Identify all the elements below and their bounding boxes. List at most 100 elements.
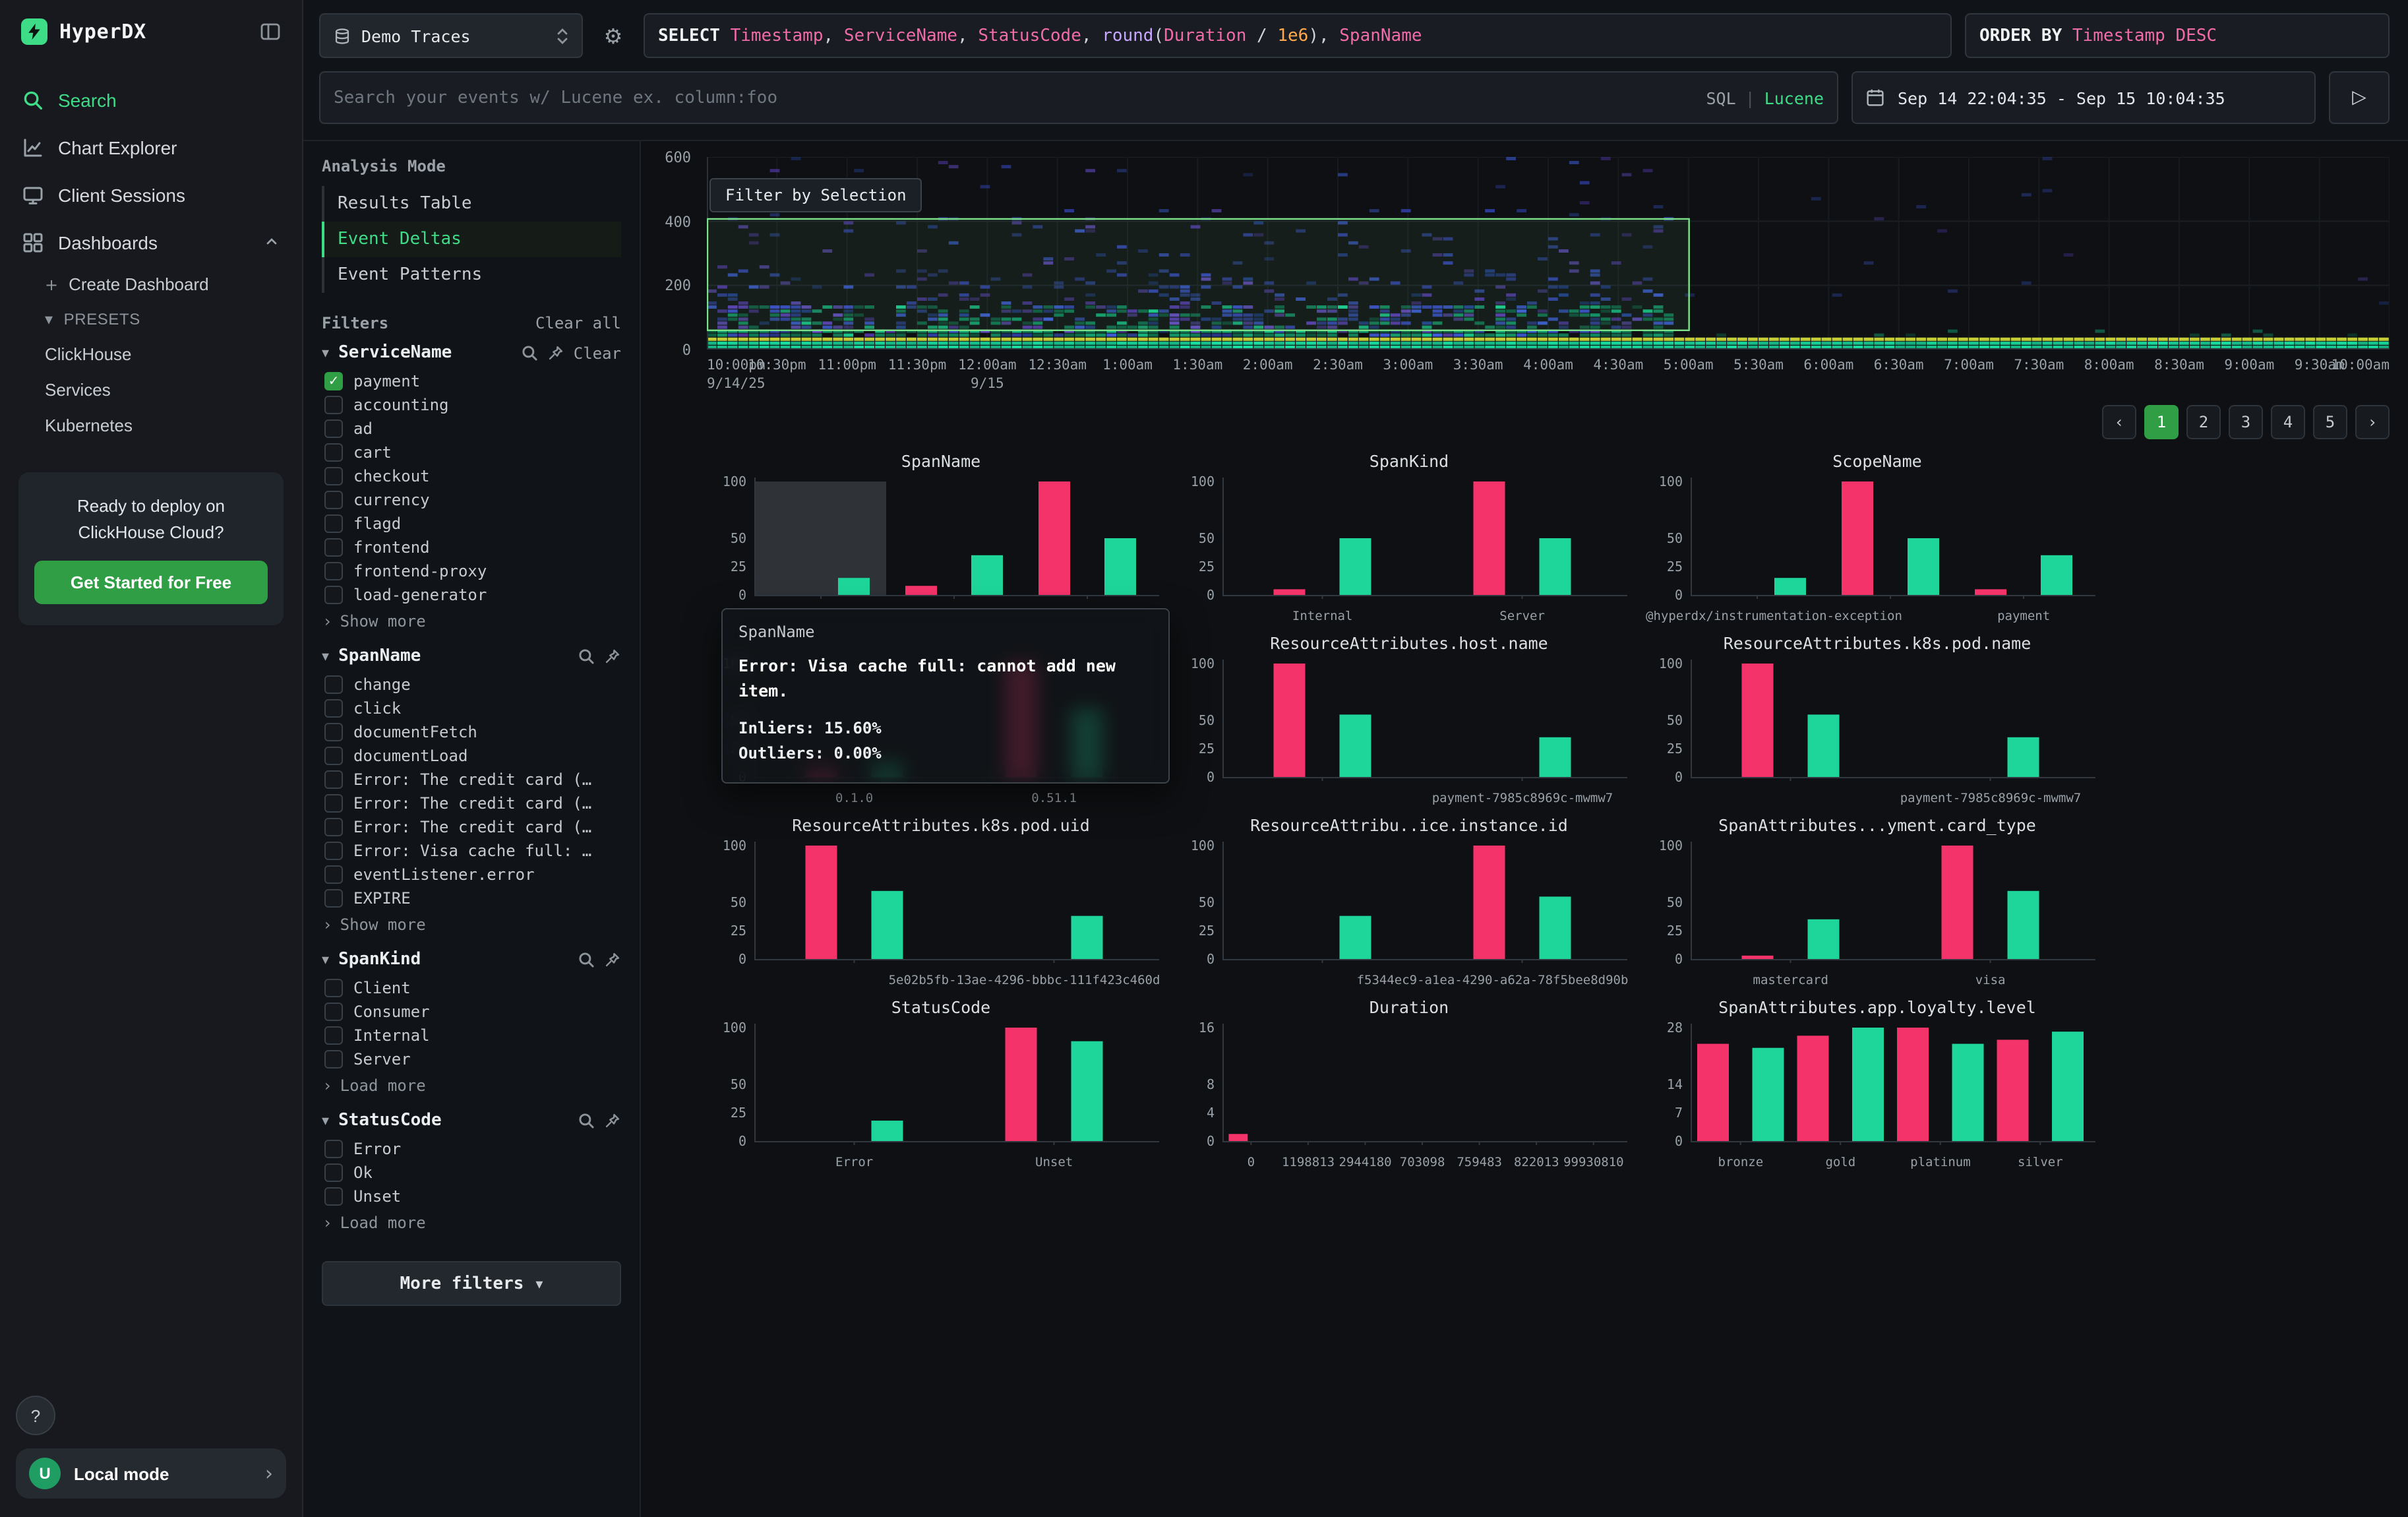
outliers-bar[interactable] [1975,589,2006,595]
sidebar-item-create-dashboard[interactable]: + Create Dashboard [0,266,302,302]
sidebar-item-dashboards[interactable]: Dashboards [0,219,302,266]
filter-by-selection-button[interactable]: Filter by Selection [709,178,922,212]
filter-show-more-button[interactable]: ›Show more [322,910,621,934]
pin-icon[interactable] [547,344,564,361]
sidebar-item-chart-explorer[interactable]: Chart Explorer [0,124,302,171]
query-editor[interactable]: SELECT Timestamp, ServiceName, StatusCod… [644,13,1952,58]
inliers-bar[interactable] [1808,919,1840,959]
inliers-bar[interactable] [1071,916,1103,959]
pin-icon[interactable] [604,1112,621,1129]
inliers-bar[interactable] [1104,538,1136,595]
source-select[interactable]: Demo Traces [319,13,583,58]
outliers-bar[interactable] [1474,846,1505,959]
outliers-bar[interactable] [1697,1044,1729,1141]
heatmap-selection[interactable] [707,219,1689,330]
inliers-bar[interactable] [2052,1032,2084,1141]
help-button[interactable]: ? [16,1396,55,1435]
filter-option-cart[interactable]: cart [322,441,621,464]
filter-option-error[interactable]: Error [322,1137,621,1161]
filter-option-internal[interactable]: Internal [322,1024,621,1047]
checkbox-unchecked[interactable] [324,770,343,789]
inliers-bar[interactable] [2008,891,2039,959]
inliers-bar[interactable] [1540,737,1571,777]
filter-option-checkout[interactable]: checkout [322,464,621,488]
analysis-mode-results-table[interactable]: Results Table [322,186,621,222]
search-icon[interactable] [521,344,538,361]
pin-icon[interactable] [604,951,621,968]
checkbox-unchecked[interactable] [324,675,343,694]
inliers-bar[interactable] [2041,555,2072,595]
outliers-bar[interactable] [1897,1028,1929,1141]
heatmap-canvas[interactable] [707,157,2390,350]
inliers-bar[interactable] [971,555,1003,595]
inliers-bar[interactable] [1340,714,1371,777]
lucene-toggle[interactable]: Lucene [1764,88,1824,108]
checkbox-unchecked[interactable] [324,396,343,414]
clear-all-button[interactable]: Clear all [535,314,621,332]
filter-option-error-the-credit-card-[interactable]: Error: The credit card (… [322,815,621,839]
search-icon[interactable] [578,1112,595,1129]
inliers-bar[interactable] [1340,538,1371,595]
filter-option-payment[interactable]: ✓payment [322,369,621,393]
filter-option-unset[interactable]: Unset [322,1185,621,1208]
pagination-prev[interactable]: ‹ [2102,405,2136,439]
inliers-bar[interactable] [1952,1044,1984,1141]
filter-option-client[interactable]: Client [322,976,621,1000]
filter-load-more-button[interactable]: ›Load more [322,1071,621,1095]
filter-option-server[interactable]: Server [322,1047,621,1071]
inliers-bar[interactable] [1071,1041,1103,1141]
analysis-mode-event-patterns[interactable]: Event Patterns [322,257,621,293]
filter-option-change[interactable]: change [322,673,621,697]
filter-load-more-button[interactable]: ›Load more [322,1208,621,1232]
inliers-bar[interactable] [1753,1048,1784,1141]
checkbox-unchecked[interactable] [324,1163,343,1182]
filter-show-more-button[interactable]: ›Show more [322,607,621,631]
filter-option-currency[interactable]: currency [322,488,621,512]
checkbox-unchecked[interactable] [324,586,343,604]
analysis-mode-event-deltas[interactable]: Event Deltas [322,222,621,257]
checkbox-unchecked[interactable] [324,443,343,462]
pagination-page-1[interactable]: 1 [2144,405,2179,439]
chevron-down-icon[interactable]: ▾ [322,1112,329,1129]
date-range-picker[interactable]: Sep 14 22:04:35 - Sep 15 10:04:35 [1851,71,2316,124]
search-input[interactable] [334,88,1693,108]
pagination-page-4[interactable]: 4 [2271,405,2305,439]
filter-clear-button[interactable]: Clear [574,344,621,362]
outliers-bar[interactable] [1274,664,1306,777]
filter-option-error-the-credit-card-[interactable]: Error: The credit card (… [322,768,621,791]
filter-option-eventlistener-error[interactable]: eventListener.error [322,863,621,886]
checkbox-unchecked[interactable] [324,538,343,557]
checkbox-unchecked[interactable] [324,818,343,836]
pagination-page-3[interactable]: 3 [2229,405,2263,439]
outliers-bar[interactable] [1842,481,1873,595]
pagination-next[interactable]: › [2355,405,2390,439]
filter-option-accounting[interactable]: accounting [322,393,621,417]
checkbox-unchecked[interactable] [324,514,343,533]
chevron-down-icon[interactable]: ▾ [322,648,329,665]
inliers-bar[interactable] [1540,896,1571,959]
chevron-down-icon[interactable]: ▾ [322,951,329,968]
filter-option-frontend-proxy[interactable]: frontend-proxy [322,559,621,583]
outliers-bar[interactable] [1797,1036,1829,1141]
checkbox-unchecked[interactable] [324,979,343,997]
outliers-bar[interactable] [1474,481,1505,595]
filter-option-expire[interactable]: EXPIRE [322,886,621,910]
more-filters-button[interactable]: More filters ▾ [322,1261,621,1306]
sql-toggle[interactable]: SQL [1706,88,1735,108]
pagination-page-2[interactable]: 2 [2186,405,2221,439]
checkbox-unchecked[interactable] [324,889,343,908]
outliers-bar[interactable] [1006,1028,1037,1141]
outliers-bar[interactable] [905,586,937,595]
checkbox-unchecked[interactable] [324,723,343,741]
inliers-bar[interactable] [1908,538,1939,595]
filter-option-error-visa-cache-full-[interactable]: Error: Visa cache full: … [322,839,621,863]
outliers-bar[interactable] [1038,481,1070,595]
checkbox-unchecked[interactable] [324,467,343,485]
filter-option-error-the-credit-card-[interactable]: Error: The credit card (… [322,791,621,815]
chevron-down-icon[interactable]: ▾ [322,344,329,361]
filter-option-frontend[interactable]: frontend [322,536,621,559]
inliers-bar[interactable] [1540,538,1571,595]
checkbox-unchecked[interactable] [324,419,343,438]
filter-option-click[interactable]: click [322,697,621,720]
checkbox-checked[interactable]: ✓ [324,372,343,390]
